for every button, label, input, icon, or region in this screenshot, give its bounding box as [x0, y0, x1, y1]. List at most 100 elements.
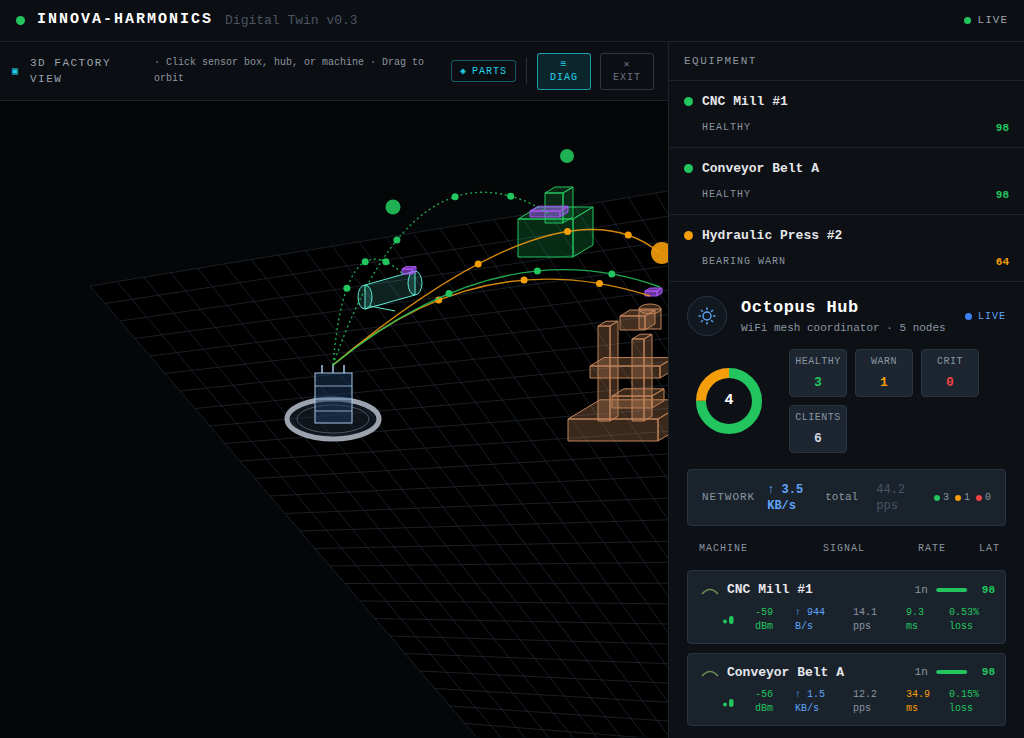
network-total: total — [825, 489, 858, 506]
stat-card: WARN1 — [855, 349, 913, 397]
metric: ↑ 1.5KB/s — [795, 688, 853, 716]
equipment-title: EQUIPMENT — [684, 53, 757, 70]
metric-unit: ms — [906, 620, 949, 634]
equipment-name-row: Conveyor Belt A — [684, 159, 1009, 179]
equipment-item[interactable]: Hydraulic Press #2 BEARING WARN 64 — [669, 215, 1024, 282]
metric-value: 14.1 — [853, 606, 906, 620]
machine-name: Conveyor Belt A — [727, 663, 844, 683]
stat-value: 1 — [880, 373, 888, 393]
machine-row[interactable]: Conveyor Belt A1n98-56dBm↑ 1.5KB/s12.2pp… — [687, 653, 1006, 727]
live-label: LIVE — [978, 12, 1008, 29]
stat-label: HEALTHY — [795, 354, 841, 369]
row-metrics-line: -59dBm↑ 944B/s14.1pps9.3ms0.53%loss — [700, 606, 995, 634]
hydraulic-press-model[interactable] — [568, 288, 668, 441]
sun-icon — [697, 306, 717, 326]
equipment-status-row: HEALTHY98 — [684, 187, 1009, 204]
toolbar-button[interactable]: ✕EXIT — [600, 53, 654, 90]
hub-header: Octopus HubWiFi mesh coordinator · 5 nod… — [687, 296, 1006, 336]
network-pps: 44.2 pps — [876, 482, 916, 514]
equipment-header: EQUIPMENT — [669, 42, 1024, 81]
sensor-node[interactable] — [386, 200, 401, 215]
button-label: EXIT — [613, 71, 641, 84]
equipment-score: 98 — [996, 187, 1009, 204]
link-arc — [333, 228, 660, 365]
stat-label: CRIT — [937, 354, 963, 369]
equipment-name: Hydraulic Press #2 — [702, 226, 842, 246]
signal-icon — [722, 698, 736, 707]
quality-fill — [936, 670, 967, 674]
status-dot — [684, 164, 693, 173]
sensor-node[interactable] — [560, 149, 574, 163]
floor-grid — [90, 171, 668, 737]
live-dot — [964, 17, 971, 24]
wifi-icon-wrap — [700, 585, 720, 595]
equipment-name-row: Hydraulic Press #2 — [684, 226, 1009, 246]
metric: 34.9ms — [906, 688, 949, 716]
metric-unit: ms — [906, 702, 949, 716]
metric-value: ↑ 944 — [795, 606, 853, 620]
equipment-item[interactable]: CNC Mill #1HEALTHY98 — [669, 81, 1024, 148]
top-bar: INNOVA-HARMONICSDigital Twin v0.3LIVE — [0, 0, 1024, 42]
machine-row[interactable]: CNC Mill #11n98 -59dBm↑ 944B/s14.1pps9.3m… — [687, 570, 1006, 644]
metric-value: 9.3 — [906, 606, 949, 620]
legend-dot — [955, 495, 961, 501]
row-title-line: CNC Mill #11n98 — [700, 580, 995, 600]
metric-value: -59 — [755, 606, 795, 620]
metric-value: -56 — [755, 688, 795, 702]
scene-canvas[interactable] — [0, 101, 668, 738]
hub-subtitle: WiFi mesh coordinator · 5 nodes — [741, 321, 946, 335]
wifi-icon-wrap — [700, 667, 720, 677]
equipment-status: HEALTHY — [702, 120, 751, 135]
metric-unit: B/s — [795, 620, 853, 634]
metric-unit: pps — [853, 702, 906, 716]
donut-total: 4 — [724, 390, 733, 413]
hub-live: LIVE — [965, 309, 1006, 324]
metric-value: 0.15% — [949, 688, 995, 702]
metric: ↑ 944B/s — [795, 606, 853, 634]
toolbar-button[interactable]: ◈PARTS — [451, 60, 516, 82]
button-icon: ◈ — [460, 64, 467, 79]
hub-section: Octopus HubWiFi mesh coordinator · 5 nod… — [669, 282, 1024, 726]
side-panel: EQUIPMENTCNC Mill #1HEALTHY98Conveyor Be… — [668, 42, 1024, 738]
metric-unit: KB/s — [795, 702, 853, 716]
app-title: INNOVA-HARMONICS — [37, 9, 213, 32]
sensor-node[interactable] — [651, 242, 668, 264]
legend-count: 0 — [985, 490, 991, 505]
scene-3d[interactable] — [0, 101, 668, 737]
metric-unit: loss — [949, 702, 995, 716]
legend-dot — [976, 495, 982, 501]
link-arc — [333, 267, 660, 365]
floor — [90, 171, 668, 737]
button-icon: ≡ — [560, 58, 567, 71]
column-header: LAT — [979, 541, 1000, 556]
metric-value: 34.9 — [906, 688, 949, 702]
stat-card: CLIENTS6 — [789, 405, 847, 453]
wifi-icon — [700, 585, 720, 595]
view-hint: · Click sensor box, hub, or machine · Dr… — [154, 55, 444, 87]
metric-value: 0.53% — [949, 606, 995, 620]
equipment-status-row: HEALTHY98 — [684, 120, 1009, 137]
equipment-status: BEARING WARN — [702, 254, 786, 269]
metric: 14.1pps — [853, 606, 906, 634]
link-arc — [333, 277, 650, 366]
conveyor-sensor[interactable] — [402, 267, 416, 274]
hub-live-label: LIVE — [978, 309, 1006, 324]
equipment-score: 64 — [996, 254, 1009, 271]
view-title: 3D FACTORY VIEW — [30, 55, 142, 87]
network-label: NETWORK — [702, 489, 755, 506]
signal-icon — [722, 615, 736, 624]
metric: -59dBm — [755, 606, 795, 634]
toolbar-button[interactable]: ≡DIAG — [537, 53, 591, 90]
column-header: MACHINE — [699, 541, 823, 556]
wifi-icon — [700, 667, 720, 677]
hub-sensor-box[interactable] — [287, 365, 379, 439]
toolbar: ▣3D FACTORY VIEW· Click sensor box, hub,… — [0, 42, 668, 101]
factory-view: ▣3D FACTORY VIEW· Click sensor box, hub,… — [0, 42, 668, 738]
stat-label: CLIENTS — [795, 410, 841, 425]
stat-value: 3 — [814, 373, 822, 393]
equipment-item[interactable]: Conveyor Belt A HEALTHY98 — [669, 148, 1024, 215]
row-title-line: Conveyor Belt A1n98 — [700, 663, 995, 683]
toolbar-buttons: ◈PARTS ≡DIAG✕EXIT — [451, 53, 654, 90]
cnc-mill-model[interactable] — [518, 187, 593, 257]
quality-track — [936, 588, 968, 592]
